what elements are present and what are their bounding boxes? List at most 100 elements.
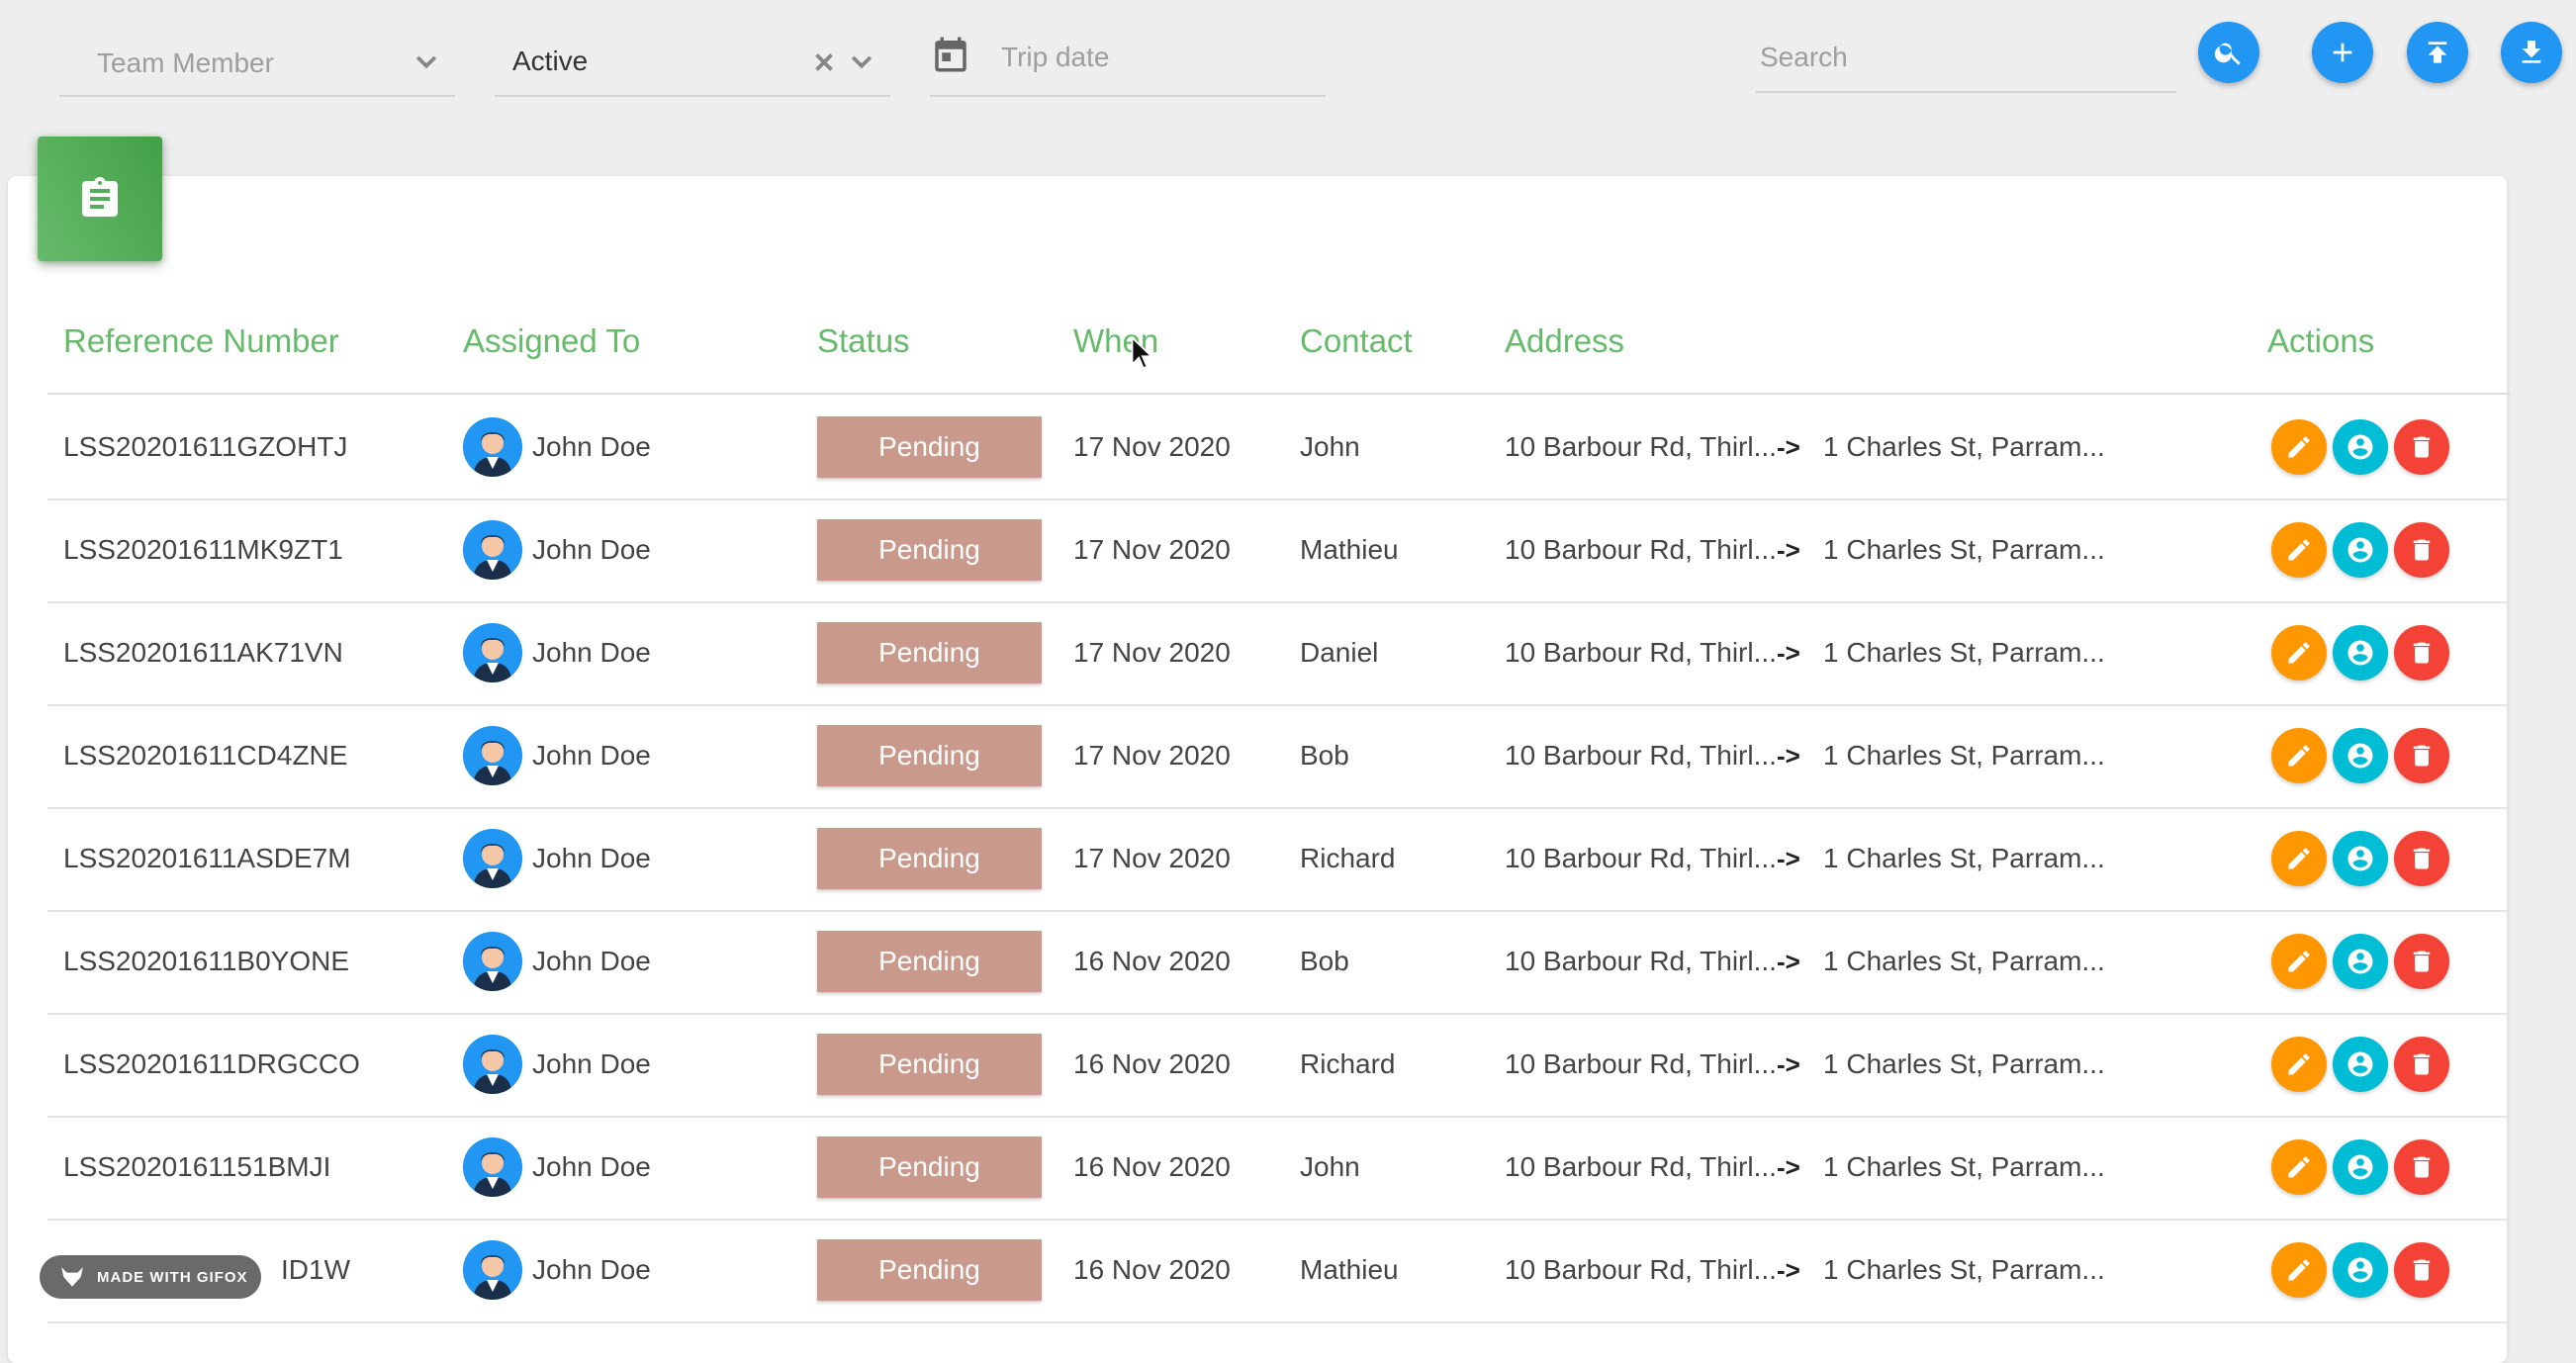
address-arrow: ->: [1777, 946, 1800, 976]
chevron-down-icon[interactable]: [847, 47, 876, 77]
status-badge: Pending: [817, 828, 1042, 889]
status-select[interactable]: Active: [495, 28, 890, 97]
assign-button[interactable]: [2333, 1037, 2388, 1092]
edit-button[interactable]: [2271, 625, 2327, 681]
header-address[interactable]: Address: [1505, 322, 1624, 360]
account-circle-icon: [2347, 640, 2373, 666]
add-button[interactable]: [2312, 22, 2373, 83]
search-button[interactable]: [2198, 22, 2259, 83]
assign-button[interactable]: [2333, 934, 2388, 989]
trip-date-field[interactable]: Trip date: [930, 28, 1326, 97]
row-actions: [2271, 910, 2455, 1013]
pencil-icon: [2288, 951, 2310, 972]
delete-button[interactable]: [2394, 522, 2449, 578]
assign-button[interactable]: [2333, 1242, 2388, 1298]
table-row[interactable]: LSS20201611CD4ZNE John Doe Pending 17 Nov 2…: [47, 704, 2511, 809]
trash-icon: [2413, 539, 2431, 561]
table-row[interactable]: LSS20201611GZOHTJ John Doe Pending 17 Nov 2…: [47, 396, 2511, 500]
trash-icon: [2413, 1156, 2431, 1178]
address-to: 1 Charles St, Parram...: [1823, 1254, 2105, 1285]
table-row[interactable]: ID1W John Doe Pending 16 Nov 2020 Mathieu 10 …: [47, 1219, 2511, 1323]
clear-icon[interactable]: [809, 47, 839, 77]
delete-button[interactable]: [2394, 625, 2449, 681]
assigned-to: John Doe: [463, 396, 651, 499]
row-actions: [2271, 499, 2455, 601]
contact-name: Richard: [1300, 843, 1396, 873]
status-badge: Pending: [817, 519, 1042, 581]
assign-button[interactable]: [2333, 1139, 2388, 1195]
delete-button[interactable]: [2394, 1242, 2449, 1298]
edit-button[interactable]: [2271, 831, 2327, 886]
delete-button[interactable]: [2394, 728, 2449, 783]
trip-date: 17 Nov 2020: [1073, 534, 1231, 565]
pencil-icon: [2288, 745, 2310, 767]
address-from: 10 Barbour Rd, Thirl...: [1505, 1151, 1777, 1182]
avatar: [463, 1035, 522, 1094]
account-circle-icon: [2347, 434, 2373, 460]
account-circle-icon: [2347, 743, 2373, 769]
account-circle-icon: [2347, 1257, 2373, 1283]
assign-button[interactable]: [2333, 522, 2388, 578]
assigned-to: John Doe: [463, 910, 651, 1013]
edit-button[interactable]: [2271, 1139, 2327, 1195]
edit-button[interactable]: [2271, 1037, 2327, 1092]
upload-button[interactable]: [2407, 22, 2468, 83]
edit-button[interactable]: [2271, 934, 2327, 989]
trip-date: 16 Nov 2020: [1073, 1048, 1231, 1079]
table-row[interactable]: LSS20201611AK71VN John Doe Pending 17 Nov 2…: [47, 601, 2511, 706]
search-input[interactable]: Search: [1756, 28, 2176, 93]
pencil-icon: [2288, 539, 2310, 561]
trip-date: 16 Nov 2020: [1073, 1254, 1231, 1285]
header-contact[interactable]: Contact: [1300, 322, 1413, 360]
assigned-to: John Doe: [463, 499, 651, 601]
delete-button[interactable]: [2394, 1037, 2449, 1092]
address-from: 10 Barbour Rd, Thirl...: [1505, 534, 1777, 565]
address-to: 1 Charles St, Parram...: [1823, 1048, 2105, 1079]
assign-button[interactable]: [2333, 419, 2388, 475]
table-row[interactable]: LSS20201611MK9ZT1 John Doe Pending 17 Nov 2…: [47, 499, 2511, 603]
chevron-down-icon[interactable]: [412, 47, 441, 77]
header-assigned-to[interactable]: Assigned To: [463, 322, 640, 360]
header-status[interactable]: Status: [817, 322, 910, 360]
contact-name: Mathieu: [1300, 534, 1399, 565]
account-circle-icon: [2347, 846, 2373, 871]
delete-button[interactable]: [2394, 419, 2449, 475]
table-row[interactable]: LSS2020161151BMJI John Doe Pending 16 Nov 2…: [47, 1116, 2511, 1221]
address-from: 10 Barbour Rd, Thirl...: [1505, 946, 1777, 976]
table-row[interactable]: LSS20201611B0YONE John Doe Pending 16 Nov 2…: [47, 910, 2511, 1015]
team-member-select[interactable]: Team Member: [59, 28, 455, 97]
delete-button[interactable]: [2394, 1139, 2449, 1195]
reference-number: LSS20201611MK9ZT1: [63, 534, 343, 565]
mouse-cursor-icon: [1131, 336, 1154, 370]
status-cell: Pending: [817, 601, 1042, 704]
avatar: [463, 1240, 522, 1300]
header-reference-number[interactable]: Reference Number: [63, 322, 339, 360]
delete-button[interactable]: [2394, 934, 2449, 989]
edit-button[interactable]: [2271, 522, 2327, 578]
status-cell: Pending: [817, 910, 1042, 1013]
assign-button[interactable]: [2333, 728, 2388, 783]
avatar: [463, 417, 522, 477]
address-arrow: ->: [1777, 1151, 1800, 1182]
row-actions: [2271, 1219, 2455, 1321]
address-to: 1 Charles St, Parram...: [1823, 431, 2105, 462]
address-to: 1 Charles St, Parram...: [1823, 1151, 2105, 1182]
status-cell: Pending: [817, 807, 1042, 910]
assignee-name: John Doe: [532, 1254, 651, 1285]
fox-logo-icon: [61, 1267, 83, 1287]
contact-name: Daniel: [1300, 637, 1379, 668]
calendar-icon[interactable]: [930, 34, 971, 75]
assign-button[interactable]: [2333, 625, 2388, 681]
status-select-value: Active: [512, 45, 589, 76]
download-button[interactable]: [2501, 22, 2562, 83]
card-header-icon: [38, 136, 162, 261]
table-row[interactable]: LSS20201611DRGCCO John Doe Pending 16 Nov 2…: [47, 1013, 2511, 1118]
edit-button[interactable]: [2271, 728, 2327, 783]
table-row[interactable]: LSS20201611ASDE7M John Doe Pending 17 Nov 2…: [47, 807, 2511, 912]
edit-button[interactable]: [2271, 419, 2327, 475]
assign-button[interactable]: [2333, 831, 2388, 886]
edit-button[interactable]: [2271, 1242, 2327, 1298]
assignee-name: John Doe: [532, 843, 651, 873]
delete-button[interactable]: [2394, 831, 2449, 886]
trip-date: 17 Nov 2020: [1073, 740, 1231, 771]
